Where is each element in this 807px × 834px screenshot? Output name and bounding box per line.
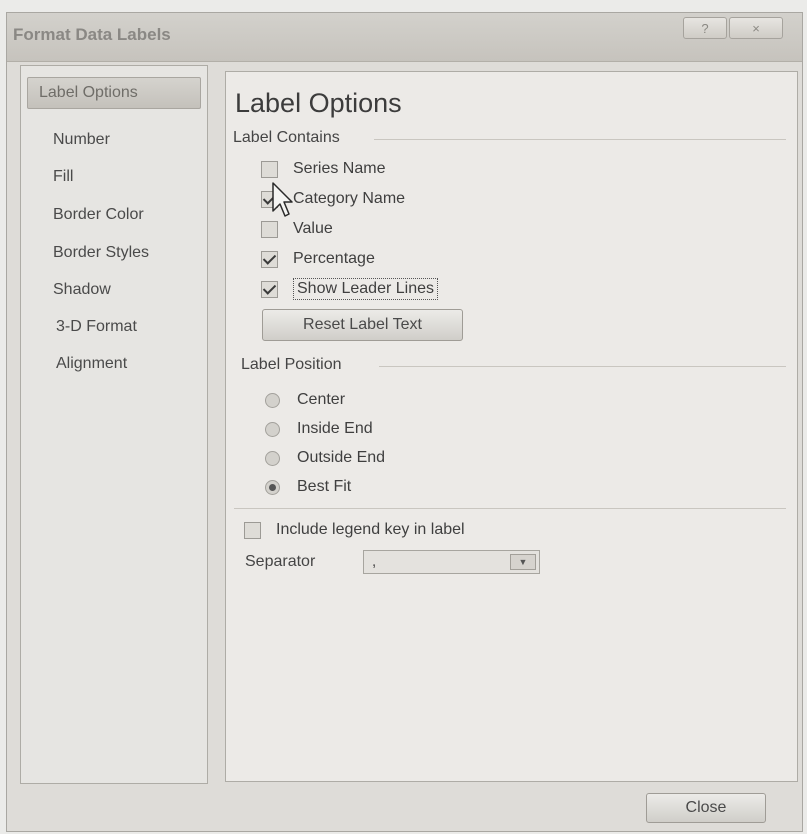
value-checkbox[interactable] (261, 220, 278, 238)
show-leader-lines-checkbox[interactable] (261, 280, 278, 298)
option-label: Outside End (297, 449, 386, 466)
nav-item-label: Label Options (39, 84, 138, 101)
best-fit-radio[interactable] (265, 479, 280, 495)
nav-item-alignment[interactable]: Alignment (21, 349, 207, 379)
close-button[interactable]: Close (646, 793, 766, 823)
series-name-option[interactable]: Series Name (261, 160, 385, 178)
nav-item-number[interactable]: Number (21, 125, 207, 155)
show-leader-lines-option[interactable]: Show Leader Lines (261, 278, 438, 300)
help-button[interactable]: ? (683, 17, 727, 39)
nav-item-shadow[interactable]: Shadow (21, 275, 207, 305)
nav-item-border-color[interactable]: Border Color (21, 200, 207, 230)
nav-item-label: Border Color (53, 206, 144, 223)
mouse-pointer-icon (272, 182, 293, 217)
nav-item-fill[interactable]: Fill (21, 162, 207, 192)
center-radio[interactable] (265, 392, 280, 408)
nav-item-label: Shadow (53, 281, 111, 298)
include-legend-key-option[interactable]: Include legend key in label (244, 521, 465, 539)
label-contains-heading: Label Contains (233, 129, 340, 146)
option-label: Inside End (297, 420, 373, 437)
outside-end-radio[interactable] (265, 450, 280, 466)
nav-item-3d-format[interactable]: 3-D Format (21, 312, 207, 342)
group-divider (379, 366, 786, 367)
close-icon: × (752, 20, 760, 36)
option-label: Series Name (293, 160, 386, 177)
position-center-option[interactable]: Center (265, 391, 345, 409)
option-label: Include legend key in label (276, 521, 465, 538)
option-label: Center (297, 391, 346, 408)
nav-item-label: 3-D Format (56, 318, 137, 335)
separator-value: , (372, 553, 377, 570)
percentage-option[interactable]: Percentage (261, 250, 375, 268)
option-label: Percentage (293, 250, 375, 267)
position-outside-end-option[interactable]: Outside End (265, 449, 385, 467)
nav-item-border-styles[interactable]: Border Styles (21, 238, 207, 268)
button-label: Reset Label Text (303, 316, 422, 333)
help-icon: ? (701, 20, 709, 36)
reset-label-text-button[interactable]: Reset Label Text (262, 309, 463, 341)
category-nav: Label Options Number Fill Border Color B… (20, 65, 208, 784)
value-option[interactable]: Value (261, 220, 333, 238)
separator-select[interactable]: , ▼ (363, 550, 540, 574)
option-label: Value (293, 220, 333, 237)
option-label: Category Name (293, 190, 406, 207)
button-label: Close (685, 799, 727, 816)
nav-item-label: Fill (53, 168, 74, 185)
inside-end-radio[interactable] (265, 421, 280, 437)
format-data-labels-dialog: Format Data Labels ? × Label Options Num… (6, 12, 803, 832)
title-bar: Format Data Labels ? × (7, 13, 802, 62)
include-legend-key-checkbox[interactable] (244, 521, 261, 539)
position-inside-end-option[interactable]: Inside End (265, 420, 373, 438)
separator-label: Separator (245, 553, 316, 570)
label-position-heading: Label Position (241, 356, 342, 373)
nav-item-label: Number (53, 131, 110, 148)
section-divider (234, 508, 786, 509)
percentage-checkbox[interactable] (261, 250, 278, 268)
window-close-button[interactable]: × (729, 17, 783, 39)
group-divider (374, 139, 786, 140)
series-name-checkbox[interactable] (261, 160, 278, 178)
nav-item-label: Alignment (56, 355, 128, 372)
option-label: Show Leader Lines (293, 278, 438, 300)
panel-title: Label Options (235, 88, 402, 118)
option-label: Best Fit (297, 478, 352, 495)
nav-item-label-options[interactable]: Label Options (27, 77, 201, 109)
window-title: Format Data Labels (13, 25, 171, 44)
position-best-fit-option[interactable]: Best Fit (265, 478, 351, 496)
label-options-panel: Label Options Label Contains Series Name… (225, 71, 798, 782)
chevron-down-icon[interactable]: ▼ (510, 554, 536, 570)
nav-item-label: Border Styles (53, 244, 150, 261)
